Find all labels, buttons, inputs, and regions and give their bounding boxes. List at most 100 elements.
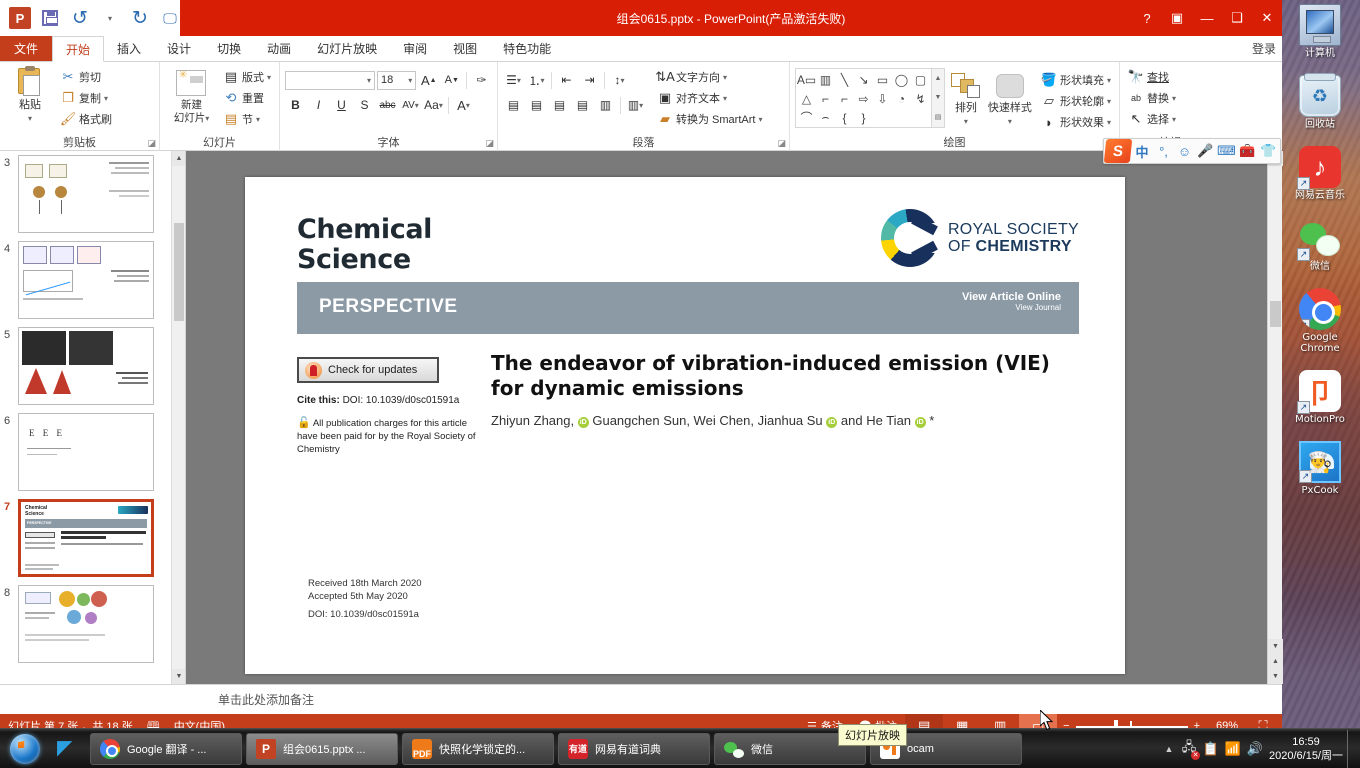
- decrease-font-size-button[interactable]: A ▼: [441, 70, 462, 91]
- taskbar-button-youdao[interactable]: 有道 网易有道词典: [558, 732, 710, 765]
- signal-icon[interactable]: 📶: [1223, 739, 1243, 759]
- shape-16[interactable]: {: [835, 108, 854, 127]
- shapes-gallery[interactable]: A▭ ▥ ╲ ↘ ▭ ◯ ▢ △ ⌐ ⌐ ⇨ ⇩ ◔ ↯ ⌒ ⌢{} ▲ ▼ ▤: [795, 68, 945, 128]
- find-button[interactable]: 🔭 查找: [1125, 67, 1179, 87]
- paragraph-dialog-launcher[interactable]: ◪: [777, 138, 786, 149]
- font-dialog-launcher[interactable]: ◪: [485, 138, 494, 149]
- volume-icon[interactable]: 🔊: [1245, 739, 1265, 759]
- justify-button[interactable]: ▤: [572, 95, 593, 116]
- shape-fill-button[interactable]: 🪣 形状填充 ▾: [1038, 70, 1114, 90]
- tab-file[interactable]: 文件: [0, 36, 53, 61]
- current-slide[interactable]: Chemical Science ROYAL SOCIETY OF CHEMIS…: [245, 177, 1125, 674]
- tab-transitions[interactable]: 切换: [204, 36, 254, 61]
- gallery-expand-icon[interactable]: ▤: [932, 108, 944, 127]
- change-case-button[interactable]: Aa ▾: [423, 95, 444, 116]
- clear-formatting-button[interactable]: ✑: [471, 70, 492, 91]
- taskbar-button-powerpoint[interactable]: P 组会0615.pptx ...: [246, 732, 398, 765]
- tab-slideshow[interactable]: 幻灯片放映: [304, 36, 390, 61]
- desktop-icon-netease-music[interactable]: ↗ 网易云音乐: [1286, 146, 1354, 201]
- quicklaunch-vscode[interactable]: ◤: [50, 730, 86, 768]
- notes-pane[interactable]: 单击此处添加备注: [0, 684, 1282, 714]
- gallery-scroll-down-icon[interactable]: ▼: [932, 88, 944, 107]
- slide-thumbnail[interactable]: 7 Chemical Science PERSPECTIVE: [4, 499, 171, 577]
- slide-scroll-down-icon[interactable]: ▼: [1268, 639, 1283, 654]
- tab-review[interactable]: 审阅: [390, 36, 440, 61]
- shape-1[interactable]: ▥: [816, 70, 835, 89]
- shape-12[interactable]: ◔: [892, 89, 911, 108]
- shape-15[interactable]: ⌢: [816, 108, 835, 127]
- view-journal-link[interactable]: View Journal: [962, 303, 1061, 312]
- font-color-button[interactable]: A ▾: [453, 95, 474, 116]
- scroll-down-icon[interactable]: ▼: [172, 669, 185, 684]
- cut-button[interactable]: ✂ 剪切: [57, 67, 115, 87]
- reset-button[interactable]: ⟲ 重置: [220, 88, 274, 108]
- ime-mode-button[interactable]: 中: [1131, 142, 1153, 161]
- font-size-input[interactable]: 18 ▾: [376, 70, 417, 90]
- strikethrough-button[interactable]: abc: [377, 95, 398, 116]
- close-button[interactable]: ✕: [1252, 0, 1282, 36]
- desktop-icon-motionpro[interactable]: ↗ MotionPro: [1286, 370, 1354, 425]
- gallery-scroll-up-icon[interactable]: ▲: [932, 69, 944, 88]
- distribute-button[interactable]: ▥: [595, 95, 616, 116]
- maximize-button[interactable]: ❑: [1222, 0, 1252, 36]
- tab-design[interactable]: 设计: [154, 36, 204, 61]
- shape-7[interactable]: △: [797, 89, 816, 108]
- tray-expand-icon[interactable]: ▲: [1161, 744, 1177, 754]
- scroll-up-icon[interactable]: ▲: [172, 151, 185, 166]
- tab-special-features[interactable]: 特色功能: [490, 36, 564, 61]
- shape-17[interactable]: }: [854, 108, 873, 127]
- taskbar-button-pdf[interactable]: PDF 快照化学锁定的...: [402, 732, 554, 765]
- slide-thumbnail[interactable]: 8: [4, 585, 171, 663]
- show-desktop-button[interactable]: [1347, 729, 1356, 768]
- section-button[interactable]: ▤ 节 ▾: [220, 109, 274, 129]
- slide-area-scrollbar[interactable]: ▲ ▼ ▲ ▼: [1267, 151, 1283, 684]
- bold-button[interactable]: B: [285, 95, 306, 116]
- shape-11[interactable]: ⇩: [873, 89, 892, 108]
- shape-6[interactable]: ▢: [911, 70, 930, 89]
- redo-button[interactable]: ↻: [126, 4, 154, 32]
- start-button[interactable]: [0, 730, 50, 768]
- tab-view[interactable]: 视图: [440, 36, 490, 61]
- ime-skin-icon[interactable]: 👕: [1258, 139, 1279, 163]
- minimize-button[interactable]: —: [1192, 0, 1222, 36]
- sign-in-link[interactable]: 登录: [1252, 40, 1276, 57]
- character-spacing-button[interactable]: AV ▾: [400, 95, 421, 116]
- underline-button[interactable]: U: [331, 95, 352, 116]
- font-name-input[interactable]: ▾: [285, 70, 375, 90]
- ime-emoji-icon[interactable]: ☺: [1174, 139, 1195, 163]
- shape-4[interactable]: ▭: [873, 70, 892, 89]
- shape-8[interactable]: ⌐: [816, 89, 835, 108]
- replace-button[interactable]: ab 替换 ▾: [1125, 88, 1179, 108]
- ime-toolbar[interactable]: S 中 °, ☺ 🎤 ⌨ 🧰 👕: [1103, 138, 1281, 164]
- desktop-icon-recycle-bin[interactable]: 回收站: [1286, 73, 1354, 130]
- ribbon-display-options-button[interactable]: ▣: [1162, 0, 1192, 36]
- help-button[interactable]: ?: [1132, 0, 1162, 36]
- ime-keyboard-icon[interactable]: ⌨: [1216, 139, 1237, 163]
- align-left-button[interactable]: ▤: [503, 95, 524, 116]
- shape-13[interactable]: ↯: [911, 89, 930, 108]
- network-status-icon[interactable]: 🖧 ✕: [1179, 739, 1200, 760]
- desktop-icon-computer[interactable]: 计算机: [1286, 4, 1354, 59]
- shapes-gallery-scrollbar[interactable]: ▲ ▼ ▤: [931, 69, 944, 127]
- align-center-button[interactable]: ▤: [526, 95, 547, 116]
- select-button[interactable]: ↖ 选择 ▾: [1125, 109, 1179, 129]
- undo-button[interactable]: ↺: [66, 4, 94, 32]
- previous-slide-button[interactable]: ▲: [1268, 654, 1283, 669]
- desktop-icon-chrome[interactable]: ↗ Google Chrome: [1286, 288, 1354, 354]
- text-shadow-button[interactable]: S: [354, 95, 375, 116]
- align-right-button[interactable]: ▤: [549, 95, 570, 116]
- clock[interactable]: 16:59 2020/6/15/周一: [1267, 735, 1345, 763]
- slide-thumbnail[interactable]: 6 E E E: [4, 413, 171, 491]
- bullets-button[interactable]: ☰ ▾: [503, 70, 524, 91]
- slide-scrollbar-thumb[interactable]: [1270, 301, 1281, 327]
- shape-10[interactable]: ⇨: [854, 89, 873, 108]
- check-for-updates-badge[interactable]: Check for updates: [297, 357, 439, 383]
- slide-thumbnail[interactable]: 4: [4, 241, 171, 319]
- ime-toolbox-icon[interactable]: 🧰: [1237, 139, 1258, 163]
- increase-indent-button[interactable]: ⇥: [579, 70, 600, 91]
- shape-5[interactable]: ◯: [892, 70, 911, 89]
- shape-2[interactable]: ╲: [835, 70, 854, 89]
- view-article-online-link[interactable]: View Article Online: [962, 291, 1061, 303]
- numbering-button[interactable]: ⒈ ▾: [526, 70, 547, 91]
- taskbar-button-chrome[interactable]: Google 翻译 - ...: [90, 732, 242, 765]
